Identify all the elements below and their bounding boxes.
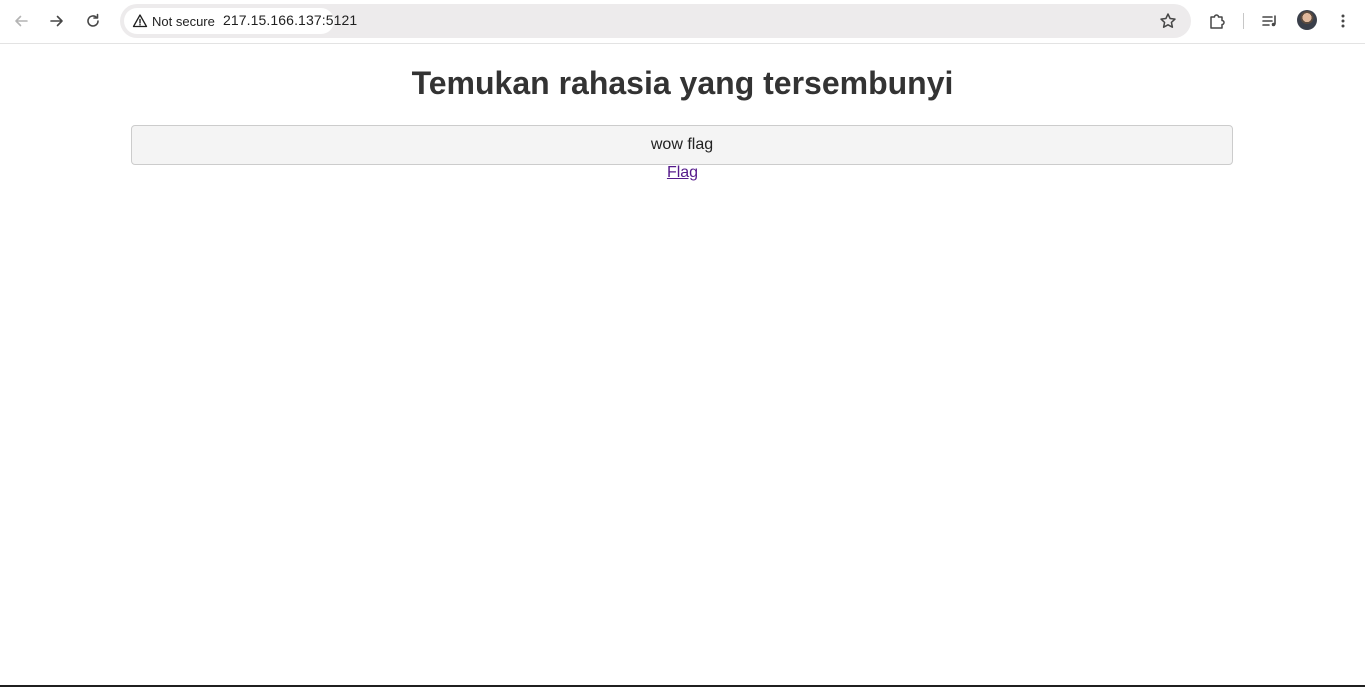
search-input[interactable] [131, 125, 1233, 165]
url-text[interactable]: 217.15.166.137:5121 [223, 12, 357, 28]
avatar[interactable] [1297, 10, 1317, 30]
puzzle-icon [1210, 14, 1225, 29]
reload-button[interactable] [78, 6, 108, 36]
page-content: Temukan rahasia yang tersembunyi Flag [0, 45, 1365, 687]
flag-link[interactable]: Flag [667, 164, 698, 181]
forward-button[interactable] [42, 6, 72, 36]
star-icon[interactable] [1159, 12, 1177, 30]
media-queue-icon [1262, 15, 1276, 27]
warning-triangle-icon [132, 14, 148, 28]
security-label: Not secure [152, 13, 215, 29]
flag-link-container: Flag [0, 164, 1365, 182]
kebab-menu-icon [1341, 14, 1345, 28]
back-button[interactable] [6, 6, 36, 36]
toolbar-divider [1243, 13, 1244, 29]
reload-icon [87, 13, 99, 27]
browser-toolbar: Not secure 217.15.166.137:5121 [0, 0, 1365, 44]
arrow-right-icon [50, 15, 63, 27]
media-button[interactable] [1255, 6, 1285, 36]
address-bar[interactable]: Not secure 217.15.166.137:5121 [120, 4, 1191, 38]
arrow-left-icon [15, 15, 28, 27]
extensions-button[interactable] [1202, 6, 1232, 36]
page-title: Temukan rahasia yang tersembunyi [411, 65, 954, 101]
menu-button[interactable] [1328, 6, 1358, 36]
